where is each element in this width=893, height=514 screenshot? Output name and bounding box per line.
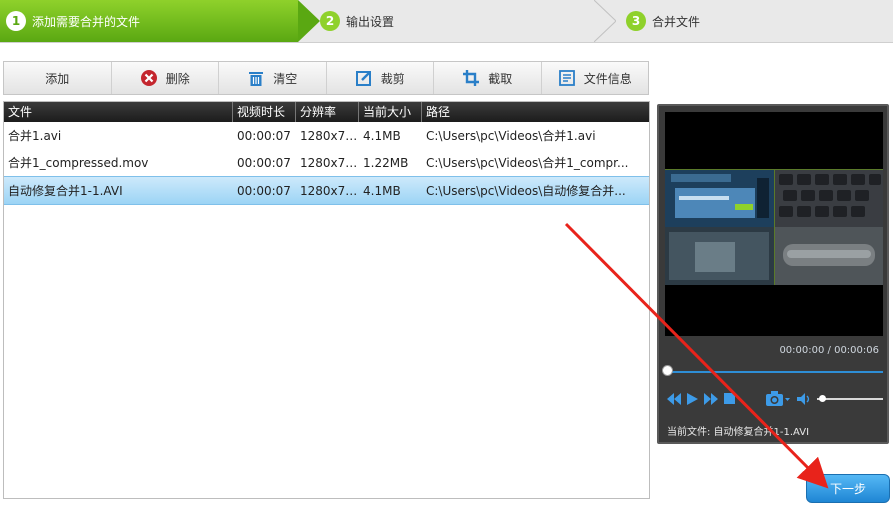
- step-separator-icon: [594, 0, 616, 42]
- cell-resolution: 1280x720: [300, 155, 359, 170]
- next-step-button[interactable]: 下一步: [806, 474, 890, 503]
- preview-panel: 00:00:00 / 00:00:06 当前文件: 自动修复合并1-1.AVI: [657, 104, 889, 444]
- toolbar: 添加 删除 清空 裁剪 截取 文件信息: [3, 61, 649, 95]
- cell-file: 合并1.avi: [8, 129, 62, 143]
- playback-time: 00:00:00 / 00:00:06: [779, 345, 879, 356]
- table-row-selected[interactable]: 自动修复合并1-1.AVI 00:00:07 1280x720 4.1MB C:…: [4, 176, 649, 205]
- crop-label: 裁剪: [380, 71, 405, 86]
- fast-forward-icon[interactable]: [704, 392, 718, 408]
- volume-handle[interactable]: [819, 395, 826, 402]
- volume-slider[interactable]: [817, 398, 883, 400]
- table-row[interactable]: 合并1_compressed.mov 00:00:07 1280x720 1.2…: [4, 149, 649, 176]
- file-list-table: 文件 视频时长 分辨率 当前大小 路径 合并1.avi 00:00:07 128…: [3, 101, 650, 499]
- stop-icon[interactable]: [724, 393, 735, 407]
- cell-size: 1.22MB: [363, 155, 409, 170]
- table-row[interactable]: 合并1.avi 00:00:07 1280x720 4.1MB C:\Users…: [4, 122, 649, 149]
- trim-button[interactable]: 截取: [434, 62, 542, 94]
- seek-bar[interactable]: [667, 371, 883, 373]
- cell-size: 4.1MB: [363, 128, 401, 143]
- delete-icon: [140, 69, 158, 87]
- column-header-file[interactable]: 文件: [4, 102, 233, 122]
- column-header-size[interactable]: 当前大小: [359, 102, 422, 122]
- step-1-add-files[interactable]: 1 添加需要合并的文件: [0, 0, 298, 42]
- step-number: 1: [6, 11, 26, 31]
- snapshot-camera-icon[interactable]: [765, 390, 791, 411]
- crop-icon: [462, 69, 480, 87]
- cell-path: C:\Users\pc\Videos\合并1_compr...: [426, 156, 629, 170]
- video-frame-image: [665, 112, 883, 336]
- step-arrow: [298, 0, 320, 42]
- step-label: 合并文件: [652, 14, 701, 29]
- volume-icon[interactable]: [797, 392, 811, 408]
- cell-resolution: 1280x720: [300, 183, 359, 198]
- clear-button[interactable]: 清空: [219, 62, 327, 94]
- column-header-resolution[interactable]: 分辨率: [296, 102, 359, 122]
- play-icon[interactable]: [687, 392, 698, 408]
- cell-path: C:\Users\pc\Videos\自动修复合并...: [426, 184, 626, 198]
- clear-label: 清空: [273, 71, 298, 86]
- cell-file: 合并1_compressed.mov: [8, 156, 149, 170]
- step-number: 2: [320, 11, 340, 31]
- rewind-icon[interactable]: [667, 392, 681, 408]
- add-button[interactable]: 添加: [4, 62, 112, 94]
- step-bar: 1 添加需要合并的文件 2 输出设置 3 合并文件: [0, 0, 893, 43]
- column-header-path[interactable]: 路径: [422, 102, 647, 122]
- file-info-label: 文件信息: [583, 71, 632, 86]
- step-2-output-settings[interactable]: 2 输出设置: [320, 0, 394, 42]
- step-3-merge-files[interactable]: 3 合并文件: [626, 0, 700, 42]
- current-file-label: 当前文件: 自动修复合并1-1.AVI: [667, 427, 810, 438]
- trash-icon: [247, 69, 265, 87]
- column-header-duration[interactable]: 视频时长: [233, 102, 296, 122]
- add-label: 添加: [45, 71, 70, 86]
- cell-path: C:\Users\pc\Videos\合并1.avi: [426, 129, 596, 143]
- cell-duration: 00:00:07: [237, 183, 291, 198]
- trim-label: 截取: [488, 71, 513, 86]
- cell-size: 4.1MB: [363, 183, 401, 198]
- edit-icon: [355, 69, 373, 87]
- table-header: 文件 视频时长 分辨率 当前大小 路径: [4, 102, 649, 122]
- cell-duration: 00:00:07: [237, 155, 291, 170]
- step-number: 3: [626, 11, 646, 31]
- delete-button[interactable]: 删除: [112, 62, 219, 94]
- document-icon: [558, 69, 576, 87]
- cell-duration: 00:00:07: [237, 128, 291, 143]
- file-info-button[interactable]: 文件信息: [542, 62, 649, 94]
- crop-button[interactable]: 裁剪: [327, 62, 434, 94]
- step-label: 输出设置: [346, 14, 395, 29]
- playback-controls: [667, 389, 811, 411]
- seek-handle[interactable]: [662, 365, 673, 376]
- video-screen: [665, 112, 883, 336]
- cell-resolution: 1280x720: [300, 128, 359, 143]
- cell-file: 自动修复合并1-1.AVI: [8, 184, 123, 198]
- step-label: 添加需要合并的文件: [32, 14, 141, 29]
- delete-label: 删除: [165, 71, 190, 86]
